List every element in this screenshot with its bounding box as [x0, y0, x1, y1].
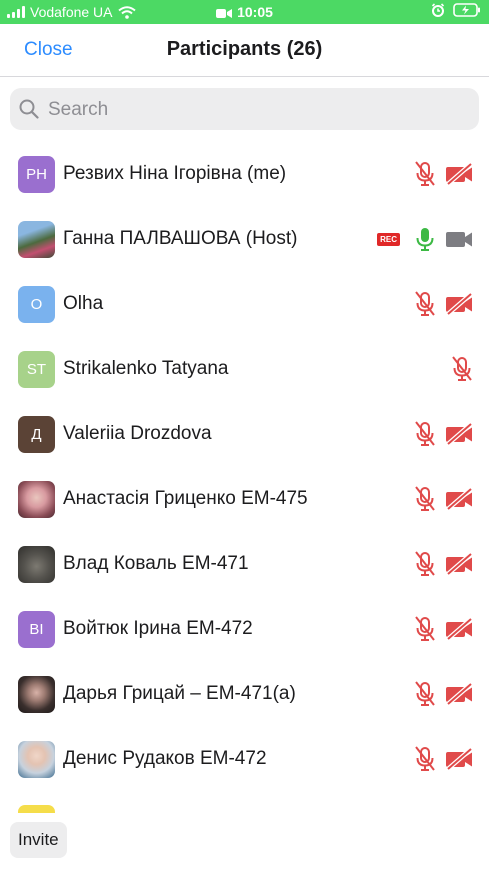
mic-muted-icon	[415, 616, 435, 641]
mic-muted-icon	[415, 551, 435, 576]
participant-status-icons	[414, 486, 473, 512]
video-off-icon	[446, 423, 473, 445]
mic-muted-icon	[415, 421, 435, 446]
participant-status-icons: REC	[377, 226, 473, 252]
avatar-photo	[18, 481, 55, 518]
video-off-icon	[446, 553, 473, 575]
avatar: РН	[18, 156, 55, 193]
mic-muted-icon	[452, 356, 472, 381]
video-off-icon	[446, 683, 473, 705]
status-right	[431, 3, 481, 17]
participant-status-icons	[451, 356, 473, 382]
mic-muted-icon	[415, 161, 435, 186]
video-off-icon	[446, 163, 473, 185]
avatar-photo	[18, 221, 55, 258]
mic-muted-icon	[415, 746, 435, 771]
participant-row[interactable]: BI Войтюк Ірина ЕМ-472	[0, 597, 489, 662]
participant-row[interactable]: Влад Коваль ЕМ-471	[0, 532, 489, 597]
search-input[interactable]	[46, 88, 470, 132]
participant-status-icons	[414, 291, 473, 317]
participant-status-icons	[414, 616, 473, 642]
participant-name: Влад Коваль ЕМ-471	[63, 553, 249, 574]
participant-status-icons	[414, 551, 473, 577]
video-off-icon	[446, 748, 473, 770]
participant-status-icons	[414, 421, 473, 447]
participant-status-icons	[414, 161, 473, 187]
status-bar: Vodafone UA 10:05	[0, 0, 489, 24]
alarm-icon	[431, 3, 445, 17]
status-center: 10:05	[0, 4, 489, 20]
participant-row[interactable]: РН Резвих Ніна Ігорівна (me)	[0, 142, 489, 207]
participant-name: Strikalenko Tatyana	[63, 358, 229, 379]
avatar-photo	[18, 676, 55, 713]
avatar: O	[18, 286, 55, 323]
header: Close Participants (26)	[0, 24, 489, 77]
participant-name: Денис Рудаков ЕМ-472	[63, 748, 267, 769]
participant-status-icons	[414, 746, 473, 772]
video-on-icon	[446, 232, 472, 247]
participant-row[interactable]: Денис Рудаков ЕМ-472	[0, 727, 489, 792]
page-title: Participants (26)	[166, 38, 323, 60]
participant-name: Дарья Грицай – ЕМ-471(а)	[63, 683, 296, 704]
video-camera-status-icon	[216, 8, 233, 18]
participant-name: Valeriia Drozdova	[63, 423, 212, 444]
participant-status-icons	[414, 681, 473, 707]
participant-name: Войтюк Ірина ЕМ-472	[63, 618, 253, 639]
mic-muted-icon	[415, 291, 435, 316]
avatar-photo	[18, 741, 55, 778]
avatar: ST	[18, 351, 55, 388]
participant-name: Анастасія Гриценко ЕМ-475	[63, 488, 308, 509]
battery-charging-icon	[453, 3, 480, 17]
avatar-partial	[18, 805, 55, 813]
mic-muted-icon	[415, 486, 435, 511]
participant-row[interactable]: O Olha	[0, 272, 489, 337]
participant-row[interactable]: Дарья Грицай – ЕМ-471(а)	[0, 662, 489, 727]
search-bar[interactable]	[10, 88, 479, 132]
video-off-icon	[446, 488, 473, 510]
participant-list: РН Резвих Ніна Ігорівна (me) Ганна ПАЛВА…	[0, 142, 489, 810]
avatar: BI	[18, 611, 55, 648]
search-icon	[19, 99, 39, 119]
participant-name: Olha	[63, 293, 104, 314]
participant-name: Резвих Ніна Ігорівна (me)	[63, 163, 287, 184]
participant-row[interactable]: ST Strikalenko Tatyana	[0, 337, 489, 402]
participant-row[interactable]: Анастасія Гриценко ЕМ-475	[0, 467, 489, 532]
recording-badge: REC	[377, 232, 400, 246]
participant-row[interactable]: Д Valeriia Drozdova	[0, 402, 489, 467]
video-off-icon	[446, 618, 473, 640]
status-time: 10:05	[237, 4, 273, 20]
avatar: Д	[18, 416, 55, 453]
avatar-photo	[18, 546, 55, 583]
participant-row[interactable]: Ганна ПАЛВАШОВА (Host) REC	[0, 207, 489, 272]
mic-muted-icon	[415, 681, 435, 706]
video-off-icon	[446, 293, 473, 315]
participant-name: Ганна ПАЛВАШОВА (Host)	[63, 228, 298, 249]
mic-on-icon	[416, 228, 434, 251]
invite-button[interactable]: Invite	[10, 822, 67, 858]
